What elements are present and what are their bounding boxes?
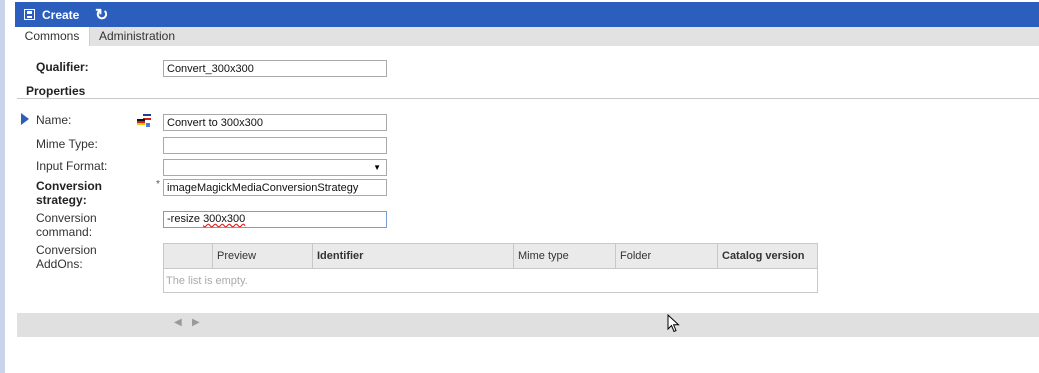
refresh-button[interactable]: ↻ (95, 2, 108, 27)
input-format-select[interactable]: ▼ (163, 159, 387, 176)
tab-bar: Commons Administration (15, 27, 1039, 46)
input-format-label: Input Format: (36, 159, 108, 173)
column-header-select[interactable] (163, 243, 213, 269)
conversion-strategy-label: Conversion strategy: (36, 179, 103, 207)
required-marker: * (156, 179, 160, 190)
column-header-identifier[interactable]: Identifier (312, 243, 514, 269)
conversion-addons-table: Preview Identifier Mime type Folder Cata… (163, 243, 818, 293)
table-header-row: Preview Identifier Mime type Folder Cata… (163, 243, 818, 269)
column-header-catalog-version[interactable]: Catalog version (717, 243, 818, 269)
dropdown-arrow-icon: ▼ (373, 163, 381, 172)
editor-toolbar: Create ↻ (15, 2, 1039, 27)
conversion-command-input[interactable]: -resize 300x300 (163, 211, 387, 228)
table-row: The list is empty. (163, 268, 818, 293)
column-header-folder[interactable]: Folder (615, 243, 718, 269)
expand-arrow-icon[interactable] (21, 113, 29, 125)
mime-type-input[interactable] (163, 137, 387, 154)
tab-administration[interactable]: Administration (99, 27, 175, 46)
section-divider (17, 98, 1039, 99)
qualifier-input[interactable] (163, 60, 387, 77)
conversion-addons-label: Conversion AddOns: (36, 243, 97, 271)
refresh-icon: ↻ (95, 6, 109, 24)
save-icon (24, 9, 35, 20)
column-header-mime-type[interactable]: Mime type (513, 243, 616, 269)
left-frame-rule (0, 0, 5, 373)
properties-section-title: Properties (26, 84, 86, 98)
previous-page-icon[interactable]: ◀ (174, 317, 182, 328)
localization-flag-icon[interactable] (137, 114, 151, 127)
pagination-bar: ◀ ▶ (17, 313, 1039, 337)
create-button[interactable]: Create (24, 2, 79, 27)
mime-type-label: Mime Type: (36, 137, 98, 151)
mouse-cursor-icon (667, 314, 680, 333)
tab-commons[interactable]: Commons (15, 27, 90, 46)
create-label: Create (42, 7, 80, 22)
name-label: Name: (36, 113, 72, 127)
empty-list-message: The list is empty. (163, 268, 818, 293)
conversion-command-label: Conversion command: (36, 211, 97, 239)
conversion-strategy-input[interactable] (163, 179, 387, 196)
next-page-icon[interactable]: ▶ (192, 317, 200, 328)
column-header-preview[interactable]: Preview (212, 243, 313, 269)
name-input[interactable] (163, 114, 387, 131)
qualifier-label: Qualifier: (36, 60, 89, 74)
